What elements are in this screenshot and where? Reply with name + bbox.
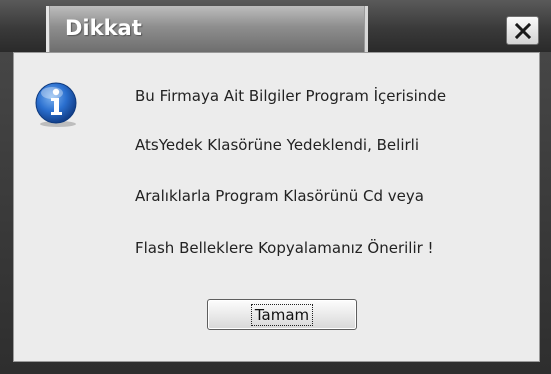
dialog-body: Bu Firmaya Ait Bilgiler Program İçerisin…: [13, 52, 540, 362]
message-line-2: AtsYedek Klasörüne Yedeklendi, Belirli: [135, 136, 419, 154]
title-tab: Dikkat: [46, 6, 368, 52]
window-title: Dikkat: [65, 16, 142, 40]
title-bar[interactable]: Dikkat: [0, 0, 551, 52]
dialog-window: Dikkat Bu Firmaya Ait Bilgiler Program İ: [0, 0, 551, 374]
ok-button-label: Tamam: [250, 303, 314, 326]
message-line-1: Bu Firmaya Ait Bilgiler Program İçerisin…: [135, 87, 447, 105]
message-line-4: Flash Belleklere Kopyalamanız Önerilir !: [135, 239, 434, 257]
ok-button[interactable]: Tamam: [207, 299, 357, 330]
close-x-icon: [514, 22, 531, 39]
message-line-3: Aralıklarla Program Klasörünü Cd veya: [135, 187, 424, 205]
information-icon: [35, 82, 77, 127]
close-button[interactable]: [506, 16, 539, 45]
